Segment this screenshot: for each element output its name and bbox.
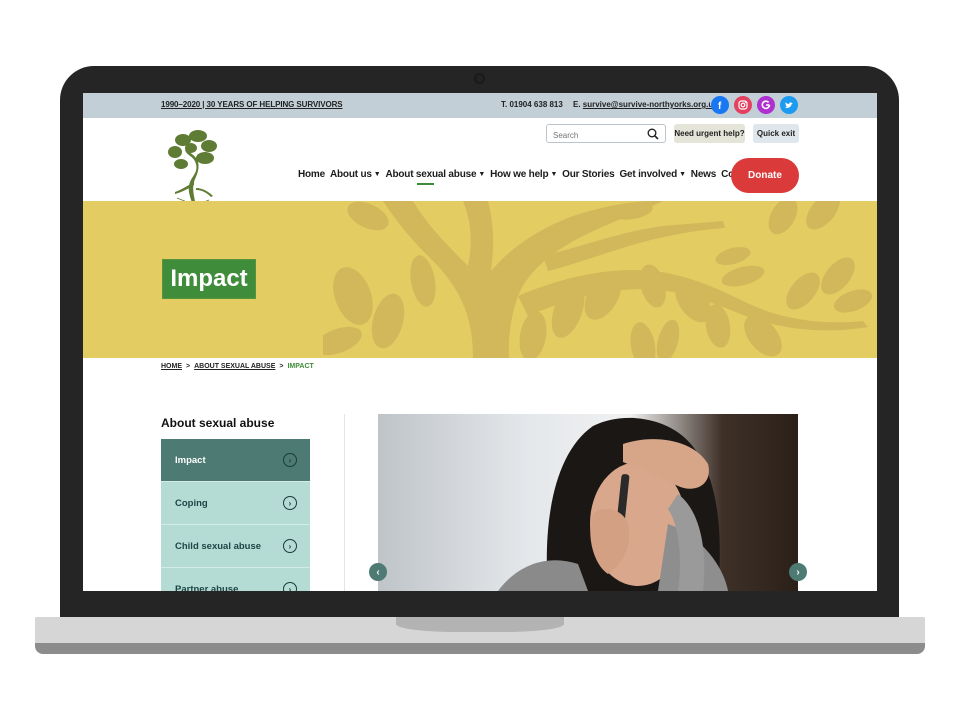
webcam-icon [474, 73, 485, 84]
sidebar-title: About sexual abuse [161, 416, 275, 430]
slideshow-prev-button[interactable]: ‹ [369, 563, 387, 581]
main-navigation: Home About us ▼ About sexual abuse ▼ How w… [298, 169, 762, 185]
facebook-icon[interactable]: f [711, 96, 729, 114]
chevron-right-circle-icon: › [283, 582, 297, 591]
caret-down-icon: ▼ [679, 171, 686, 178]
nav-label: About us [329, 169, 372, 180]
nav-label: Our Stories [562, 169, 615, 180]
tree-logo-icon [168, 130, 217, 206]
nav-item-home[interactable]: Home [298, 169, 325, 183]
tree-silhouette-background [323, 201, 873, 358]
instagram-icon[interactable] [734, 96, 752, 114]
breadcrumb-separator: > [186, 363, 191, 370]
nav-item-how-we-help[interactable]: How we help ▼ [490, 169, 557, 183]
content-divider [344, 414, 345, 591]
sidebar-item-child-sexual-abuse[interactable]: Child sexual abuse › [161, 525, 310, 568]
nav-item-our-stories[interactable]: Our Stories [562, 169, 614, 183]
search-input[interactable] [547, 127, 643, 144]
sidebar-item-label: Partner abuse [175, 583, 239, 592]
page-title: Impact [161, 258, 257, 300]
breadcrumb-about-sexual-abuse[interactable]: ABOUT SEXUAL ABUSE [194, 363, 275, 370]
quick-exit-button[interactable]: Quick exit [753, 124, 799, 143]
chevron-right-circle-icon: › [283, 496, 297, 510]
anniversary-tagline-link[interactable]: 1990–2020 | 30 YEARS OF HELPING SURVIVOR… [161, 100, 343, 109]
sidebar-item-label: Child sexual abuse [175, 540, 262, 552]
email-link[interactable]: survive@survive-northyorks.org.uk [583, 100, 718, 109]
breadcrumb: HOME > ABOUT SEXUAL ABUSE > IMPACT [161, 363, 314, 370]
sidebar-item-coping[interactable]: Coping › [161, 482, 310, 525]
nav-label: News [690, 169, 717, 180]
google-icon[interactable] [757, 96, 775, 114]
email-prefix: E. [573, 100, 583, 109]
caret-down-icon: ▼ [550, 171, 558, 178]
search-icon[interactable] [647, 128, 659, 140]
sidebar-menu: Impact › Coping › Child sexual abuse › P… [161, 439, 310, 591]
hero-banner: Impact [83, 201, 877, 358]
svg-text:f: f [718, 101, 722, 110]
chevron-right-circle-icon: › [283, 453, 297, 467]
slideshow-image [378, 414, 798, 591]
donate-button[interactable]: Donate [731, 158, 799, 193]
nav-item-about-sexual-abuse[interactable]: About sexual abuse ▼ [385, 169, 486, 185]
caret-down-icon: ▼ [373, 171, 381, 178]
breadcrumb-home[interactable]: HOME [161, 363, 182, 370]
caret-down-icon: ▼ [478, 171, 486, 178]
search-field[interactable] [546, 124, 666, 144]
laptop-foot [35, 643, 925, 654]
laptop-notch [396, 617, 564, 632]
sidebar-item-impact[interactable]: Impact › [161, 439, 310, 482]
sidebar-item-partner-abuse[interactable]: Partner abuse › [161, 568, 310, 591]
nav-item-about-us[interactable]: About us ▼ [329, 169, 381, 183]
breadcrumb-separator: > [279, 363, 284, 370]
nav-label: Get involved [619, 169, 678, 180]
nav-item-get-involved[interactable]: Get involved ▼ [619, 169, 686, 183]
woman-photo-illustration [378, 414, 798, 591]
chevron-right-circle-icon: › [283, 539, 297, 553]
nav-label: Home [298, 169, 325, 180]
nav-item-news[interactable]: News [690, 169, 717, 183]
sidebar-item-label: Impact [175, 454, 206, 466]
sidebar-item-label: Coping [175, 497, 208, 509]
nav-label: About sexual abuse [385, 169, 477, 180]
email-contact: E. survive@survive-northyorks.org.uk [573, 100, 718, 109]
twitter-icon[interactable] [780, 96, 798, 114]
breadcrumb-current: IMPACT [287, 363, 314, 370]
top-info-bar: 1990–2020 | 30 YEARS OF HELPING SURVIVOR… [83, 93, 877, 118]
phone-number: T. 01904 638 813 [501, 100, 563, 109]
urgent-help-button[interactable]: Need urgent help? [674, 124, 745, 143]
website-screen: 1990–2020 | 30 YEARS OF HELPING SURVIVOR… [83, 93, 877, 591]
nav-label: How we help [490, 169, 549, 180]
slideshow-next-button[interactable]: › [789, 563, 807, 581]
